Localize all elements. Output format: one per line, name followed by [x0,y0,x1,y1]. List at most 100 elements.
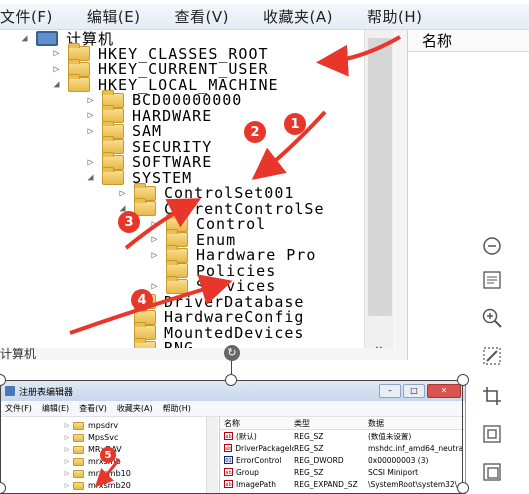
value-data-cell: mshdc.inf_amd64_neutra [368,443,464,453]
tree-node-label: RNG [164,339,195,348]
expand-arrow-icon[interactable]: ▷ [63,458,71,465]
expand-arrow-icon[interactable]: ▷ [63,434,71,441]
tree-scrollbar[interactable]: ⌄ [364,30,394,360]
small-menu-view[interactable]: 查看(V) [79,403,107,414]
expand-arrow-icon[interactable]: ▷ [148,281,162,292]
folder-icon [73,421,84,430]
regedit-app-icon [5,386,15,396]
value-row[interactable]: 01 ErrorControl REG_DWORD 0x00000003 (3) [220,454,465,466]
collapse-arrow-icon[interactable]: ◢ [50,79,64,90]
rotate-connector [231,361,232,374]
col-data[interactable]: 数据 [368,418,464,429]
expand-arrow-icon[interactable]: ▷ [148,250,162,261]
rotate-handle-icon[interactable]: ↻ [224,345,240,361]
string-value-icon: ab [224,432,233,440]
small-tree-node[interactable]: ▷ mrxsmb20 [63,479,131,492]
expand-arrow-icon[interactable]: ▷ [63,422,71,429]
zoom-out-icon[interactable] [480,234,504,258]
crop-handle-top-right[interactable] [457,374,469,386]
value-data-cell: SCSI Miniport [368,467,419,477]
ocr-icon[interactable] [480,460,504,484]
value-row[interactable]: ab ImagePath REG_EXPAND_SZ \SystemRoot\syst… [220,478,465,490]
value-row[interactable]: ab (默认) REG_SZ (数值未设置) [220,430,465,442]
value-name: ErrorControl [236,455,282,465]
expand-arrow-icon[interactable]: ▷ [63,470,71,477]
small-menu-file[interactable]: 文件(F) [5,403,32,414]
folder-icon [73,457,84,466]
close-button[interactable]: ✕ [427,384,461,398]
expand-arrow-icon[interactable]: ▷ [84,157,98,168]
small-tree-node-label: mpsdrv [88,421,119,430]
crop-icon[interactable] [480,384,504,408]
value-name: ImagePath [236,479,276,489]
small-tree-scrollbar[interactable] [206,417,218,493]
small-tree-node-label: mrxsmb20 [88,481,131,490]
maximize-button[interactable]: □ [403,384,425,398]
column-header-name[interactable]: 名称 [408,30,529,52]
string-value-icon: ab [224,468,233,476]
string-value-icon: ab [224,480,233,488]
small-tree-node-label: MpsSvc [88,433,119,442]
collapse-arrow-icon[interactable]: ◢ [18,33,32,44]
expand-arrow-icon[interactable]: ▷ [50,48,64,59]
value-row[interactable]: ab Group REG_SZ SCSI Miniport [220,466,465,478]
text-layout-icon[interactable] [480,268,504,292]
value-type-cell: REG_SZ [294,467,324,477]
col-type[interactable]: 类型 [294,418,368,429]
zoomed-registry-editor: 文件(F) 编辑(E) 查看(V) 收藏夹(A) 帮助(H) ◢ 计算机 ▷ HKEY… [0,0,529,360]
zoom-in-icon[interactable] [480,306,504,330]
embedded-registry-screenshot[interactable]: 注册表编辑器 – □ ✕ 文件(F) 编辑(E) 查看(V) 收藏夹(A) 帮助… [0,380,466,494]
value-row[interactable]: ab DriverPackageId REG_SZ mshdc.inf_amd64_n… [220,442,465,454]
values-pane: 名称 [407,30,529,360]
window-title: 注册表编辑器 [19,387,74,398]
fit-icon[interactable] [480,422,504,446]
registry-tree: ◢ 计算机 ▷ HKEY_CLASSES_ROOT ▷ HKEY_CURRENT_USER… [0,30,395,348]
value-type-cell: REG_SZ [294,431,324,441]
step-badge-2: 2 [244,121,266,143]
expand-arrow-icon[interactable]: ▷ [63,482,71,489]
expand-arrow-icon[interactable]: ▷ [84,126,98,137]
expand-arrow-icon[interactable]: ▷ [148,219,162,230]
tree-node[interactable]: RNG [116,337,195,348]
small-menu-edit[interactable]: 编辑(E) [42,403,69,414]
value-name-cell: ab Group [220,468,294,477]
menu-favorites[interactable]: 收藏夹(A) [263,6,333,27]
string-value-icon: ab [224,444,233,452]
crop-handle-bottom-right[interactable] [457,482,469,494]
values-list-header: 名称 类型 数据 [220,417,465,430]
small-menu-help[interactable]: 帮助(H) [163,403,191,414]
value-name-cell: ab ImagePath [220,480,294,489]
scrollbar-thumb[interactable] [368,38,392,316]
value-data-cell: \SystemRoot\system32\ [368,479,458,489]
crop-handle-top-center[interactable] [225,374,237,386]
collapse-arrow-icon[interactable]: ◢ [84,172,98,183]
minimize-button[interactable]: – [379,384,401,398]
menu-help[interactable]: 帮助(H) [367,6,422,27]
value-type-cell: REG_DWORD [294,455,344,465]
expand-arrow-icon[interactable]: ▷ [63,446,71,453]
col-name[interactable]: 名称 [220,418,294,429]
small-tree-node-label: mrxsmb10 [88,469,131,478]
expand-arrow-icon[interactable]: ▷ [148,234,162,245]
binary-value-icon: 01 [224,456,233,464]
step-badge-4: 4 [131,289,153,311]
expand-arrow-icon[interactable]: ▷ [50,64,64,75]
magic-wand-icon[interactable] [480,344,504,368]
expand-arrow-icon[interactable]: ▷ [116,188,130,199]
expand-arrow-icon[interactable]: ▷ [84,95,98,106]
menu-view[interactable]: 查看(V) [175,6,229,27]
value-name-cell: 01 ErrorControl [220,456,294,465]
expand-arrow-icon[interactable]: ▷ [84,110,98,121]
value-name-cell: ab DriverPackageId [220,444,294,453]
values-list: 名称 类型 数据 ab (默认) REG_SZ (数值未设置) ab DriverPack… [219,417,465,493]
small-menu-favorites[interactable]: 收藏夹(A) [117,403,153,414]
step-badge-5: 5 [100,447,116,463]
step-badge-3: 3 [118,211,140,233]
value-data-cell: 0x00000003 (3) [368,455,429,465]
pane-splitter[interactable] [395,30,407,360]
value-type-cell: REG_SZ [294,443,324,453]
status-bar: 计算机 [0,348,395,360]
value-data-cell: (数值未设置) [368,431,412,441]
menu-file[interactable]: 文件(F) [0,6,53,27]
menu-edit[interactable]: 编辑(E) [87,6,141,27]
